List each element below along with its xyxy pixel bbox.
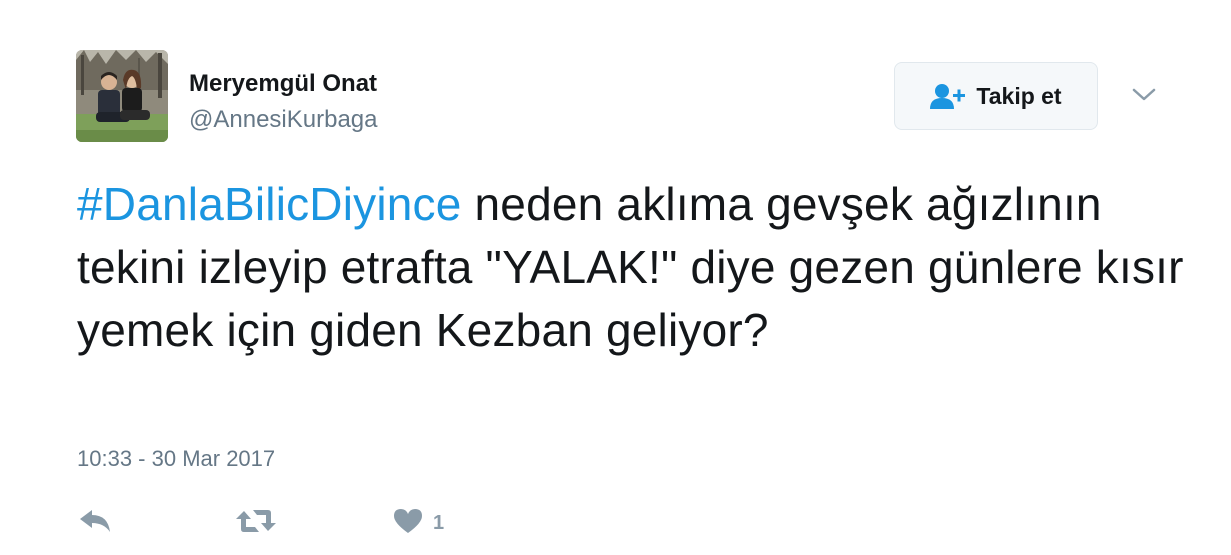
chevron-down-icon[interactable] [1130,84,1158,106]
like-button[interactable]: 1 [393,505,444,541]
tweet-timestamp[interactable]: 10:33 - 30 Mar 2017 [77,446,275,472]
tweet-text: #DanlaBilicDiyince neden aklıma gevşek a… [77,173,1187,362]
reply-icon [78,508,112,539]
heart-icon [393,508,423,539]
profile-photo [76,50,168,142]
retweet-icon [235,507,277,540]
follow-button-label: Takip et [976,82,1062,109]
hashtag-link[interactable]: #DanlaBilicDiyince [77,178,462,230]
user-handle[interactable]: @AnnesiKurbaga [189,106,377,134]
reply-button[interactable] [78,505,112,541]
tweet-card: Meryemgül Onat @AnnesiKurbaga Takip et #… [0,0,1231,555]
user-display-name[interactable]: Meryemgül Onat [189,70,377,98]
avatar[interactable] [76,50,168,142]
follow-person-plus-icon [930,83,966,109]
retweet-button[interactable] [235,505,277,541]
follow-button[interactable]: Takip et [894,62,1098,130]
like-count: 1 [433,511,445,534]
